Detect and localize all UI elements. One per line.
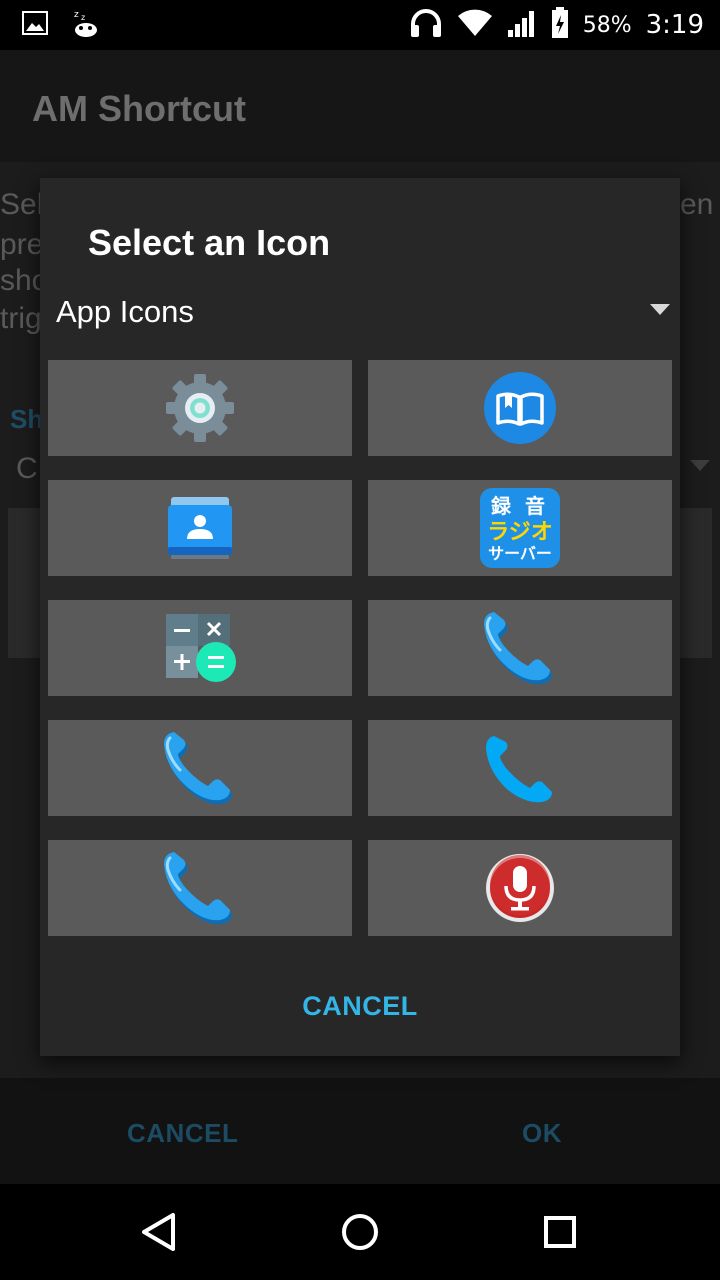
icon-tile-phone-flat[interactable] — [368, 720, 672, 816]
app-title: AM Shortcut — [32, 88, 246, 129]
icon-tile-phone[interactable] — [48, 720, 352, 816]
headset-icon — [409, 8, 443, 42]
radio-recorder-icon: 録 音 ラジオ サーバー — [480, 488, 560, 568]
status-bar: zz 58% 3:19 — [0, 0, 720, 50]
app-notification-icon: zz — [72, 8, 100, 42]
bg-description-line: en — [680, 188, 714, 221]
recents-icon[interactable] — [535, 1207, 585, 1257]
icon-source-spinner[interactable]: App Icons — [40, 282, 680, 342]
bottom-action-bar — [0, 1078, 720, 1184]
contacts-icon — [168, 497, 232, 559]
phone-icon — [484, 612, 552, 685]
icon-tile-book[interactable] — [368, 360, 672, 456]
bg-description-line: Sel — [0, 188, 44, 221]
calculator-icon — [166, 614, 236, 682]
svg-text:サーバー: サーバー — [488, 544, 552, 563]
svg-text:録: 録 — [491, 494, 512, 518]
gallery-notification-icon — [22, 11, 48, 39]
svg-text:z: z — [81, 13, 85, 22]
icon-tile-microphone[interactable] — [368, 840, 672, 936]
bg-dropdown-arrow-icon — [690, 460, 710, 471]
icon-tile-radio-recorder[interactable]: 録 音 ラジオ サーバー — [368, 480, 672, 576]
app-ok-button[interactable]: OK — [522, 1118, 562, 1149]
microphone-icon — [486, 854, 554, 922]
app-cancel-button[interactable]: CANCEL — [127, 1118, 238, 1149]
settings-icon — [166, 374, 234, 442]
back-icon[interactable] — [135, 1207, 185, 1257]
book-icon — [484, 372, 556, 444]
spinner-value: App Icons — [56, 294, 194, 329]
icon-tile-contacts[interactable] — [48, 480, 352, 576]
select-icon-dialog: Select an Icon App Icons 録 音 ラジオ サーバー CA… — [40, 178, 680, 1056]
bg-spinner-value[interactable]: C — [16, 452, 38, 486]
home-icon[interactable] — [335, 1207, 385, 1257]
battery-percent: 58% — [582, 12, 632, 38]
phone-icon — [164, 732, 232, 805]
svg-text:音: 音 — [525, 494, 545, 518]
icon-tile-phone[interactable] — [48, 840, 352, 936]
dialog-title: Select an Icon — [88, 222, 331, 263]
clock: 3:19 — [645, 10, 704, 40]
svg-text:z: z — [74, 10, 79, 20]
phone-flat-icon — [486, 736, 552, 803]
bg-description-line: pre — [0, 228, 44, 261]
dropdown-arrow-icon — [650, 304, 670, 315]
wifi-icon — [457, 9, 493, 41]
battery-charging-icon — [551, 7, 569, 43]
icon-tile-calculator[interactable] — [48, 600, 352, 696]
icon-tile-settings[interactable] — [48, 360, 352, 456]
dialog-cancel-button[interactable]: CANCEL — [260, 978, 460, 1034]
svg-text:ラジオ: ラジオ — [487, 520, 553, 545]
cell-signal-icon — [507, 8, 537, 42]
bg-description-line: trig — [0, 302, 42, 335]
icon-tile-phone[interactable] — [368, 600, 672, 696]
phone-icon — [164, 852, 232, 925]
bg-section-label: Sh — [10, 404, 44, 434]
